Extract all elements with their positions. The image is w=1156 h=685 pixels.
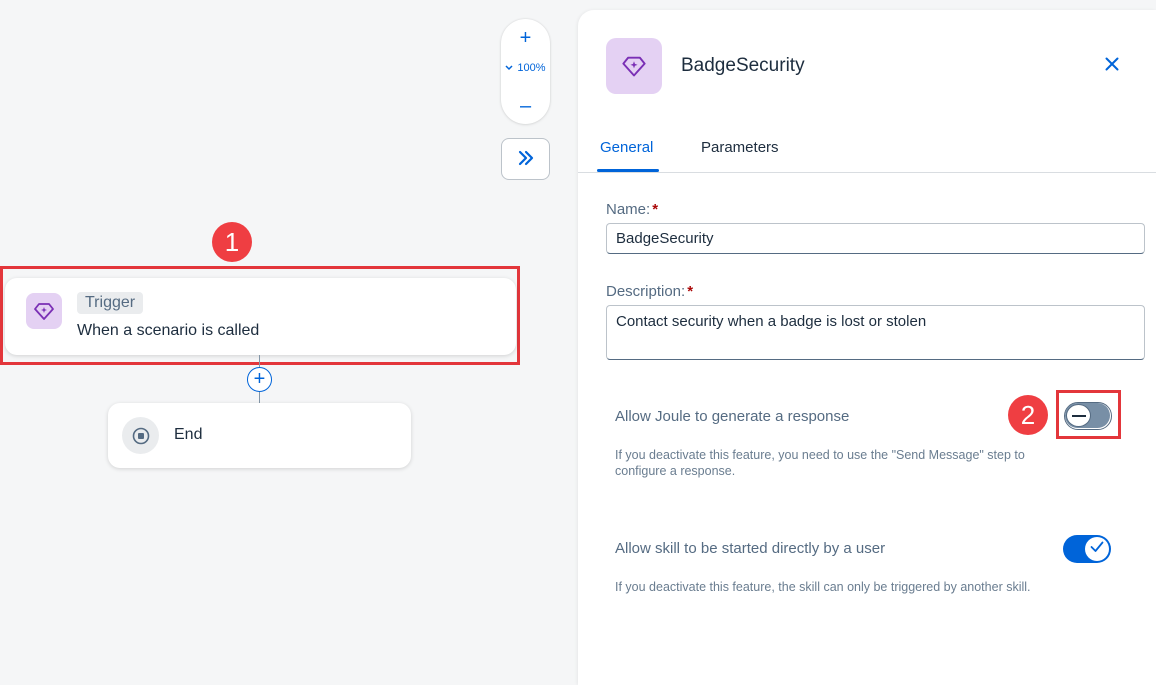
double-chevron-right-icon bbox=[517, 146, 535, 172]
joule-option-help: If you deactivate this feature, you need… bbox=[615, 448, 1025, 478]
end-label: End bbox=[174, 426, 203, 443]
description-label-text: Description: bbox=[606, 283, 686, 300]
user-start-switch[interactable] bbox=[1063, 535, 1111, 563]
trigger-tag: Trigger bbox=[77, 292, 144, 314]
name-label: Name: * bbox=[606, 201, 658, 218]
close-button[interactable] bbox=[1100, 54, 1124, 78]
trigger-description: When a scenario is called bbox=[77, 322, 260, 339]
diamond-sparkle-icon bbox=[606, 38, 662, 94]
callout-badge-2: 2 bbox=[1008, 395, 1048, 435]
tab-parameters[interactable]: Parameters bbox=[701, 139, 779, 156]
diamond-sparkle-icon bbox=[26, 293, 62, 329]
toggle-highlight-frame bbox=[1056, 390, 1121, 439]
user-start-option-label: Allow skill to be started directly by a … bbox=[615, 540, 886, 557]
switch-knob bbox=[1085, 537, 1109, 561]
zoom-level-dropdown[interactable]: 100% bbox=[501, 62, 550, 74]
expand-panel-button[interactable] bbox=[501, 138, 550, 180]
close-icon bbox=[1105, 57, 1119, 76]
checkmark-icon bbox=[1090, 540, 1104, 558]
add-step-button[interactable]: + bbox=[247, 367, 272, 392]
skill-details-panel: BadgeSecurity General Parameters Name: * … bbox=[578, 10, 1156, 685]
panel-title: BadgeSecurity bbox=[681, 55, 805, 76]
trigger-node[interactable]: Trigger When a scenario is called bbox=[5, 278, 516, 355]
tab-general[interactable]: General bbox=[600, 139, 653, 156]
joule-option-label: Allow Joule to generate a response bbox=[615, 408, 850, 425]
zoom-control: + 100% – bbox=[501, 19, 550, 124]
name-label-text: Name: bbox=[606, 201, 651, 218]
required-marker: * bbox=[652, 201, 659, 218]
active-tab-indicator bbox=[597, 169, 659, 172]
name-input[interactable]: BadgeSecurity bbox=[606, 223, 1145, 254]
stop-icon bbox=[122, 417, 159, 454]
required-marker: * bbox=[687, 283, 694, 300]
zoom-in-button[interactable]: + bbox=[501, 23, 550, 53]
flow-canvas[interactable]: + 100% – 1 Trigger When a scenario is ca… bbox=[0, 0, 578, 685]
end-node[interactable]: End bbox=[108, 403, 411, 468]
panel-tabs: General Parameters bbox=[578, 125, 1156, 173]
callout-badge-1: 1 bbox=[212, 222, 252, 262]
zoom-level-value: 100% bbox=[517, 62, 546, 74]
zoom-out-button[interactable]: – bbox=[501, 91, 550, 121]
user-start-option-help: If you deactivate this feature, the skil… bbox=[615, 580, 1031, 594]
description-textarea[interactable]: Contact security when a badge is lost or… bbox=[606, 305, 1145, 360]
chevron-down-icon bbox=[505, 63, 513, 73]
description-label: Description: * bbox=[606, 283, 693, 300]
